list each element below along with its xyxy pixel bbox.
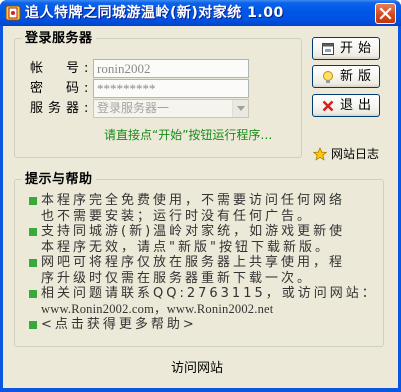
app-window: 追人特牌之同城游温岭(新)对家统 1.00 登录服务器 帐 号: 密 码: 服务… [0, 0, 401, 392]
help-line: 相关问题请联系QQ:2763115，或访问网站： [41, 286, 378, 301]
help-line: 本程序无效，请点"新版"按钮下载新版。 [41, 239, 331, 255]
help-text: 本程序完全免费使用，不需要访问任何网络 也不需要安装；运行时没有任何广告。 支持… [3, 26, 384, 347]
client-area: 登录服务器 帐 号: 密 码: 服务器: 登录服务器一 请直接点“开始”按钮运行… [3, 26, 398, 388]
bullet-icon [29, 228, 37, 236]
help-line: 序升级时仅需在服务器重新下载一次。 [41, 270, 314, 286]
help-line: 也不需要安装；运行时没有任何广告。 [41, 208, 314, 224]
window-title: 追人特牌之同城游温岭(新)对家统 1.00 [25, 5, 284, 21]
help-line: 支持同城游(新)温岭对家统，如游戏更新使 [41, 224, 346, 239]
title-bar[interactable]: 追人特牌之同城游温岭(新)对家统 1.00 [0, 0, 401, 26]
bullet-icon [29, 259, 37, 267]
close-icon [379, 7, 392, 20]
close-button[interactable] [375, 3, 396, 24]
app-icon-graphic [5, 5, 21, 21]
app-icon [5, 5, 21, 21]
footer: 访问网站 [3, 357, 391, 376]
bullet-icon [29, 321, 37, 329]
help-line: 本程序完全免费使用，不需要访问任何网络 [41, 193, 346, 208]
more-help-link[interactable]: <点击获得更多帮助> [41, 317, 197, 333]
help-line: 网吧可将程序仅放在服务器上共享使用，程 [41, 255, 346, 270]
bullet-icon [29, 197, 37, 205]
visit-website-link[interactable]: 访问网站 [171, 361, 223, 376]
website-urls[interactable]: www.Ronin2002.com，www.Ronin2002.net [41, 302, 273, 318]
bullet-icon [29, 290, 37, 298]
